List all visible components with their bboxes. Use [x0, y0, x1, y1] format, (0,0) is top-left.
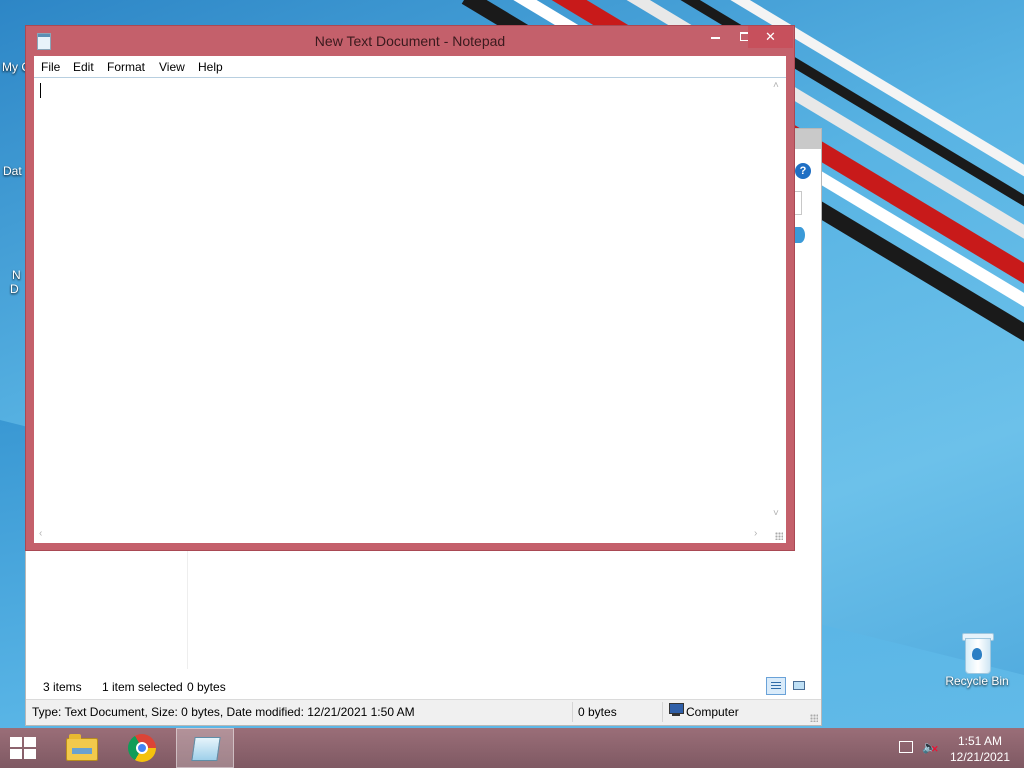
notepad-window: New Text Document - Notepad File Edit Fo…: [26, 26, 794, 550]
scroll-up-icon[interactable]: ˄: [773, 80, 779, 91]
text-editor-area[interactable]: ˄ ˅ ‹ ›: [34, 77, 786, 543]
details-view-button[interactable]: [766, 677, 786, 695]
clock-date: 12/21/2021: [949, 750, 1011, 764]
window-title: New Text Document - Notepad: [314, 33, 506, 49]
desktop-icon-label-doc[interactable]: D: [10, 282, 19, 296]
menu-format[interactable]: Format: [107, 60, 145, 74]
resize-grip-icon[interactable]: [775, 532, 783, 540]
computer-icon: [668, 703, 684, 716]
volume-muted-icon[interactable]: 🔈: [922, 740, 940, 756]
item-count: 3 items: [43, 680, 82, 694]
recycle-bin-icon: [960, 630, 994, 674]
taskbar-file-explorer[interactable]: [52, 728, 110, 768]
explorer-titlebar-edge: [795, 129, 821, 149]
size-grip[interactable]: [769, 526, 786, 543]
chrome-icon: [128, 734, 156, 762]
menu-file[interactable]: File: [41, 60, 60, 74]
scroll-right-icon[interactable]: ›: [754, 528, 757, 539]
windows-logo-icon: [10, 737, 22, 747]
file-details-text: Type: Text Document, Size: 0 bytes, Date…: [32, 705, 415, 719]
horizontal-scrollbar[interactable]: ‹ ›: [34, 526, 769, 543]
desktop-icon-label-new[interactable]: N: [12, 268, 21, 282]
notepad-icon: [191, 737, 221, 761]
text-caret: [40, 83, 41, 98]
help-icon[interactable]: ?: [795, 163, 811, 179]
explorer-details-bar: Type: Text Document, Size: 0 bytes, Date…: [26, 699, 821, 725]
globe-icon: [795, 227, 805, 243]
menu-view[interactable]: View: [159, 60, 185, 74]
folder-icon: [66, 734, 98, 761]
menu-help[interactable]: Help: [198, 60, 223, 74]
large-icons-view-button[interactable]: [790, 677, 810, 695]
close-button[interactable]: [748, 26, 793, 48]
taskbar-chrome[interactable]: [114, 728, 172, 768]
notepad-titlebar[interactable]: New Text Document - Notepad: [26, 26, 794, 56]
file-size-text: 0 bytes: [578, 705, 617, 719]
selection-size: 0 bytes: [187, 680, 226, 694]
explorer-status-bar: 3 items 1 item selected 0 bytes: [26, 675, 821, 697]
resize-grip-icon[interactable]: [810, 714, 818, 722]
clock-time: 1:51 AM: [957, 734, 1003, 748]
vertical-scrollbar[interactable]: ˄ ˅: [769, 78, 786, 526]
recycle-bin[interactable]: Recycle Bin: [940, 630, 1014, 688]
menu-edit[interactable]: Edit: [73, 60, 94, 74]
taskbar: 🔈 1:51 AM 12/21/2021: [0, 728, 1024, 768]
selection-count: 1 item selected: [102, 680, 183, 694]
network-icon[interactable]: [899, 741, 913, 753]
menu-bar: File Edit Format View Help: [34, 56, 786, 77]
scroll-left-icon[interactable]: ‹: [39, 528, 42, 539]
system-clock[interactable]: 1:51 AM 12/21/2021: [946, 733, 1014, 765]
location-text: Computer: [686, 705, 739, 719]
scroll-down-icon[interactable]: ˅: [773, 508, 779, 519]
column-divider: [187, 549, 188, 669]
minimize-button[interactable]: [698, 26, 732, 48]
desktop-icon-label-data[interactable]: Dat: [3, 164, 22, 178]
taskbar-notepad[interactable]: [176, 728, 234, 768]
explorer-search-edge[interactable]: [795, 191, 802, 215]
recycle-bin-label: Recycle Bin: [945, 674, 1009, 688]
start-button[interactable]: [10, 737, 38, 759]
